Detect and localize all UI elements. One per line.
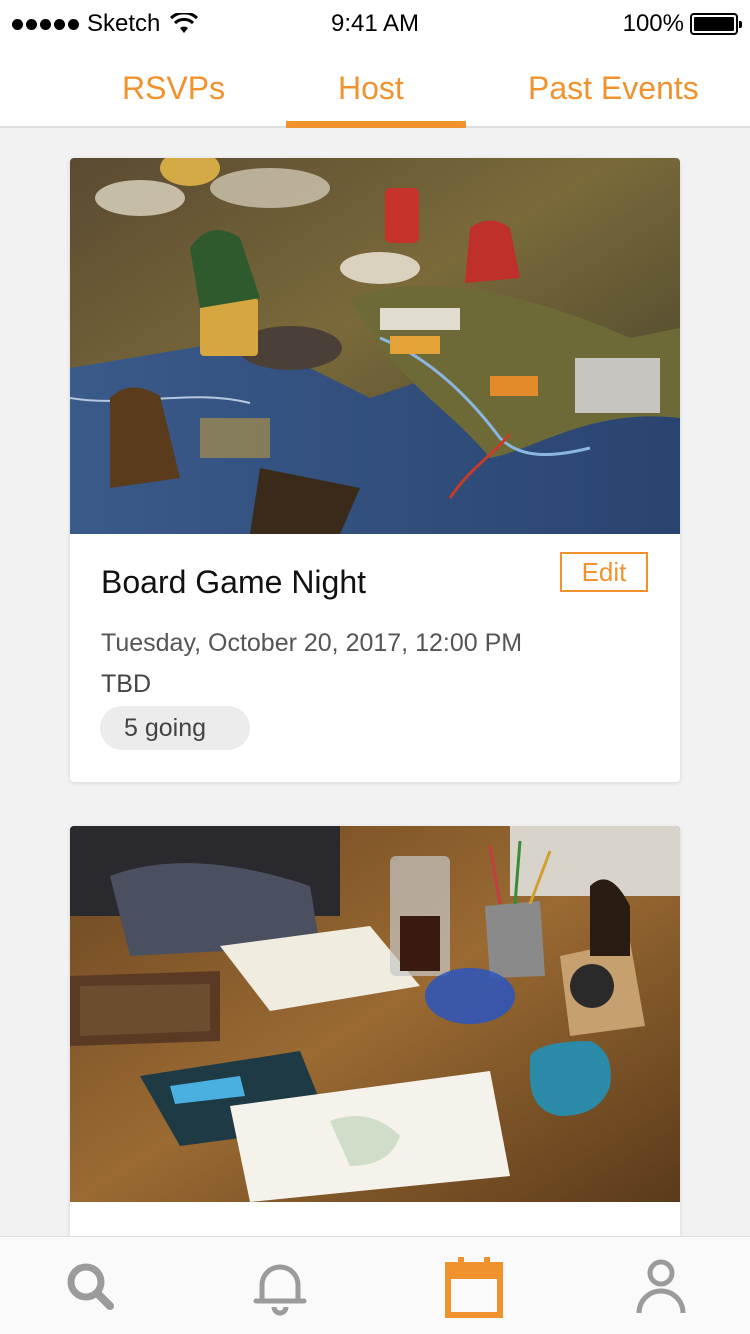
tab-host[interactable]: Host [338,70,404,107]
event-title: Board Game Night [101,564,367,600]
bottom-navigation [0,1236,750,1334]
attendee-count-badge[interactable]: 5 going [100,706,250,750]
event-photo [70,158,680,534]
tab-rsvps[interactable]: RSVPs [122,70,225,107]
event-card[interactable] [70,826,680,1246]
event-card[interactable]: Board Game Night Edit Tuesday, October 2… [70,158,680,782]
battery-percentage: 100% [622,10,684,37]
tab-past-events[interactable]: Past Events [528,70,699,107]
sketching-coffee-table-photo [70,826,680,1202]
nav-notifications[interactable] [245,1257,315,1317]
bell-icon [253,1264,307,1316]
nav-profile[interactable] [626,1257,696,1317]
status-bar-right: 100% [622,10,742,38]
battery-icon [690,13,742,35]
profile-icon [636,1259,686,1314]
event-location: TBD [101,670,151,698]
status-bar: Sketch 9:41 AM 100% [0,0,750,44]
event-photo [70,826,680,1202]
event-datetime: Tuesday, October 20, 2017, 12:00 PM [101,629,523,657]
event-tabs: RSVPs Host Past Events [0,44,750,128]
nav-calendar[interactable] [439,1257,509,1318]
search-icon [67,1263,114,1310]
nav-search[interactable] [56,1257,126,1317]
edit-button[interactable]: Edit [560,552,648,592]
board-game-photo [70,158,680,534]
active-tab-indicator [286,121,466,128]
calendar-icon [445,1257,503,1318]
